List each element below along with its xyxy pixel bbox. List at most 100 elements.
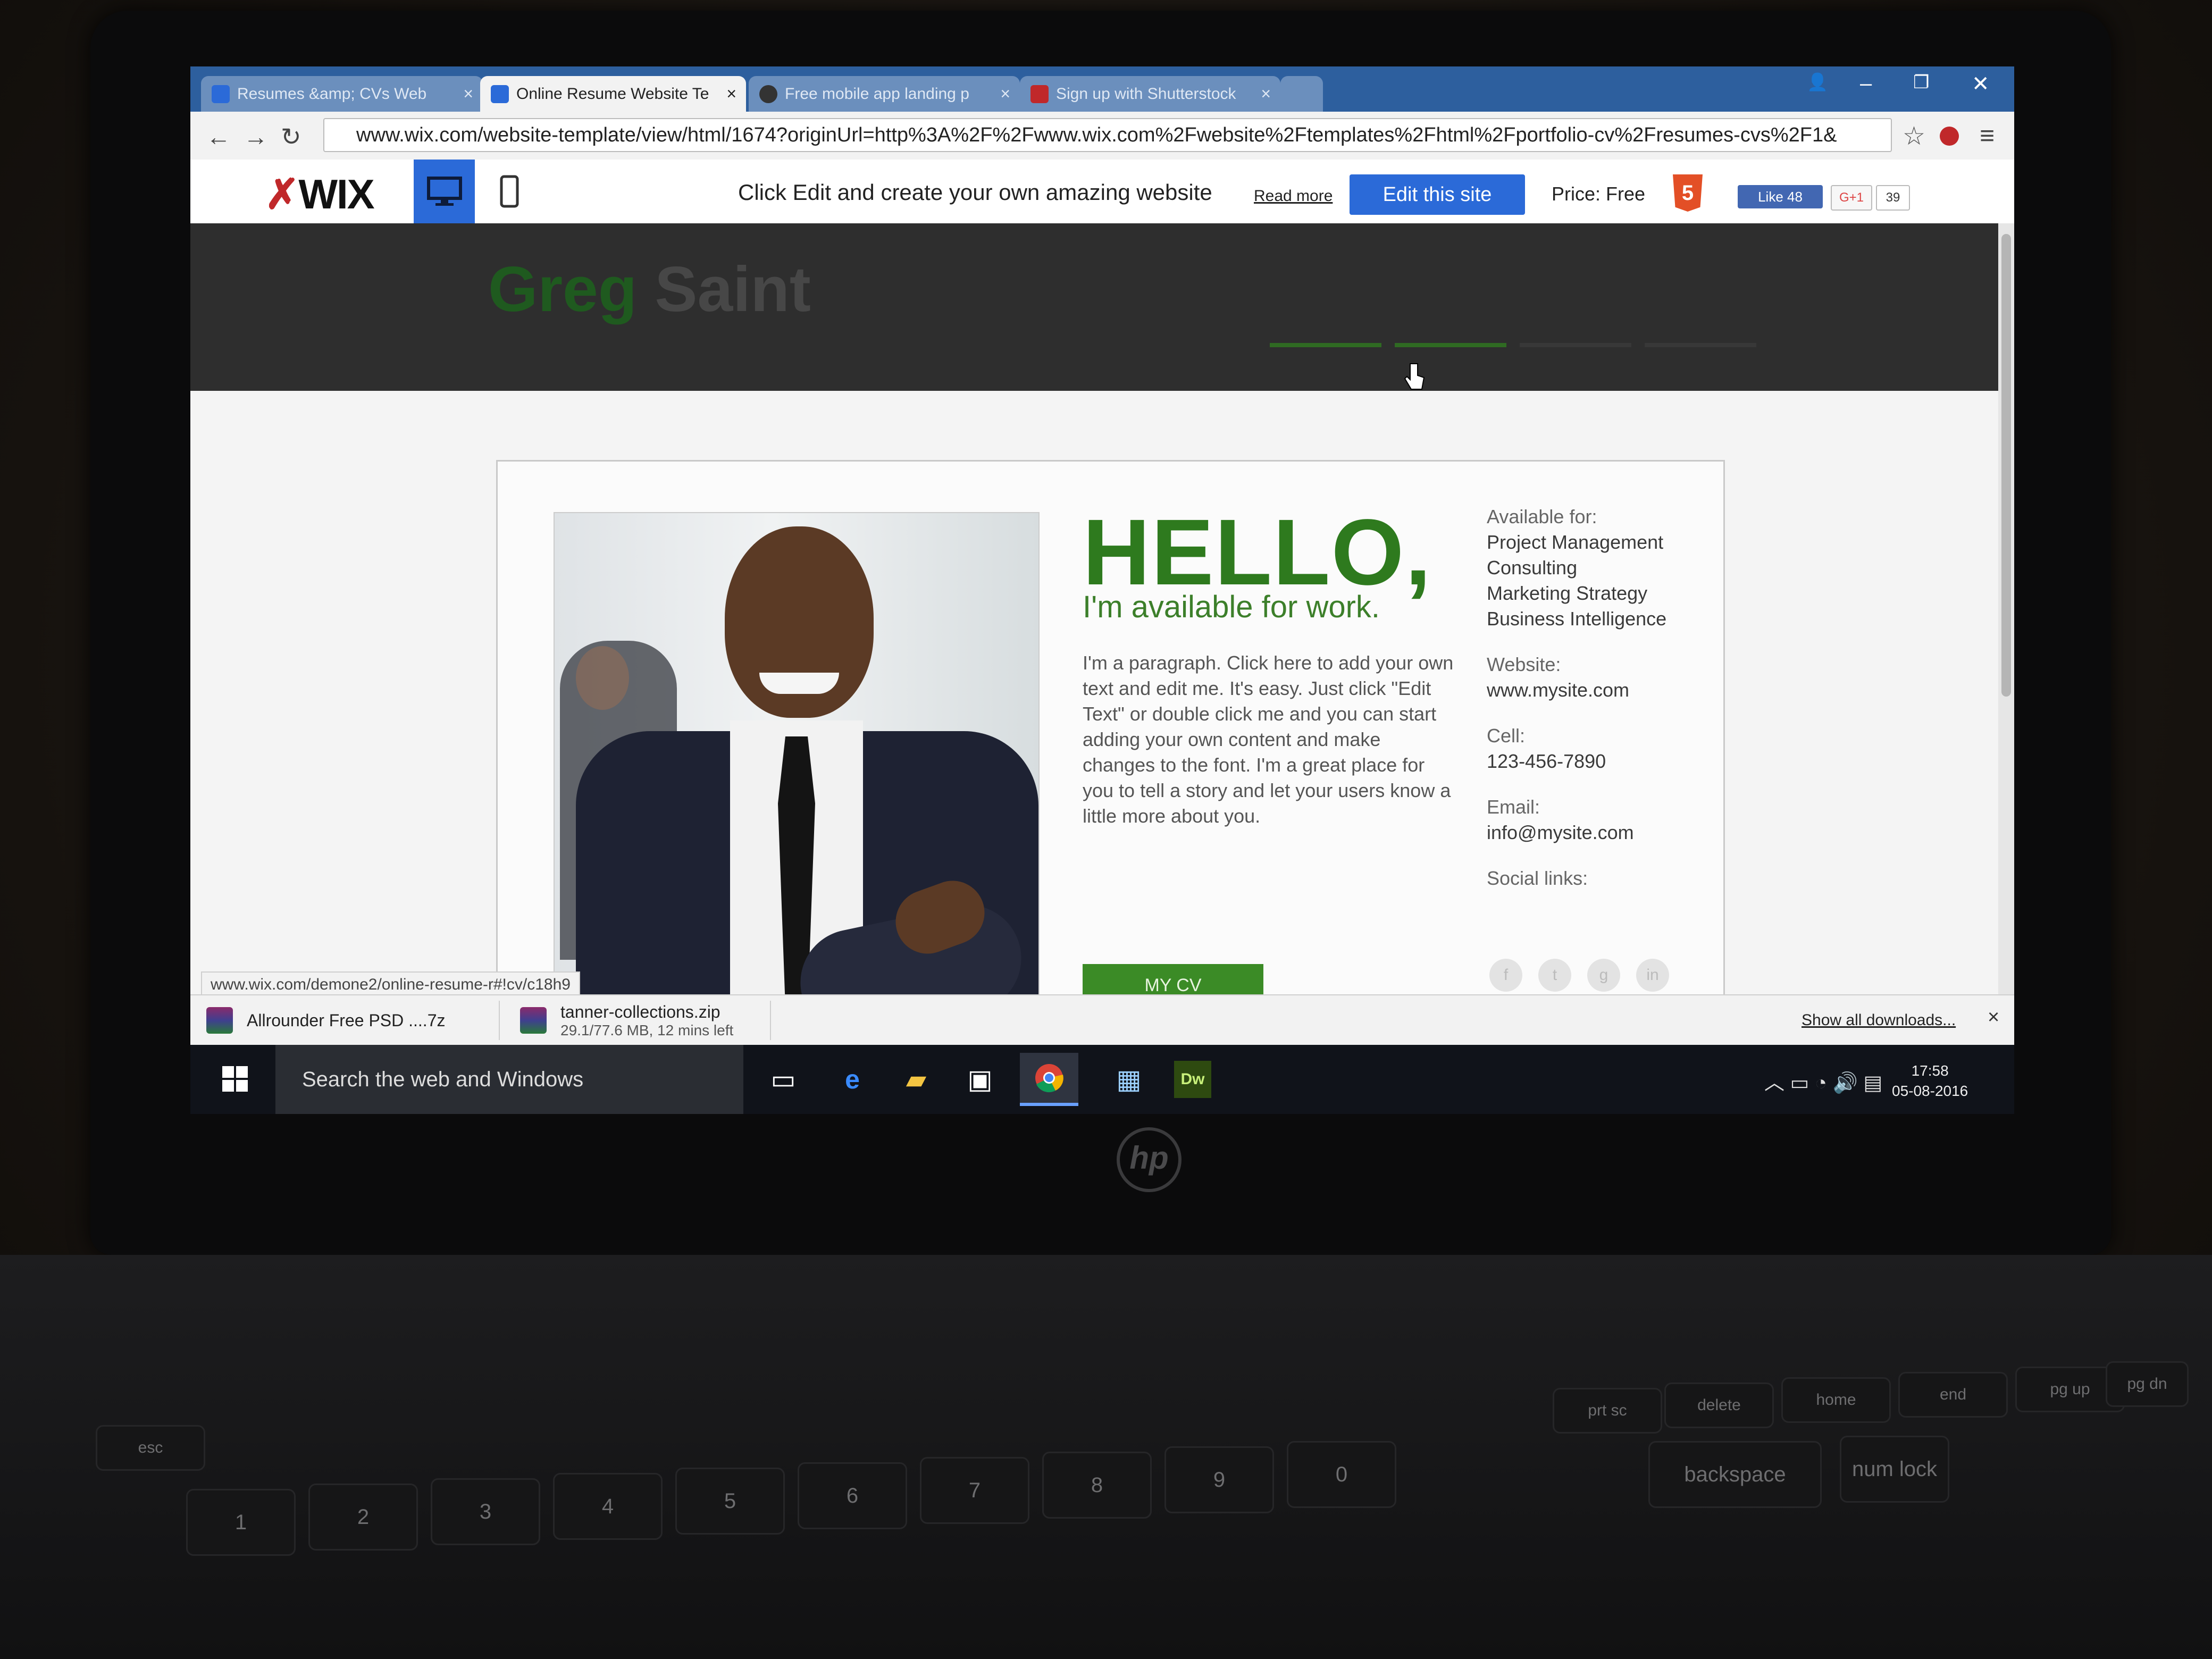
key-2[interactable]: 2 [308,1484,418,1551]
email-link[interactable]: info@mysite.com [1487,820,1710,845]
wix-favicon-icon [491,85,509,103]
key-0[interactable]: 0 [1287,1441,1396,1508]
menu-icon[interactable]: ≡ [1980,121,1995,150]
website-link[interactable]: www.mysite.com [1487,677,1710,703]
back-arrow-icon[interactable]: ← [206,122,231,151]
taskbar-clock[interactable]: 17:58 05-08-2016 [1892,1061,1968,1101]
linkedin-icon[interactable]: in [1636,959,1669,992]
close-icon[interactable]: × [463,84,473,104]
key-pg-dn[interactable]: pg dn [2106,1361,2189,1407]
file-explorer-icon[interactable]: ▰ [898,1061,935,1098]
website-label: Website: [1487,653,1561,675]
key-num-lock[interactable]: num lock [1840,1436,1949,1503]
close-icon[interactable]: × [1988,1006,1999,1029]
wix-preview-bar: ✗WIX Click Edit and create your own amaz… [190,160,2014,224]
key-end[interactable]: end [1898,1372,2008,1418]
url-input[interactable]: www.wix.com/website-template/view/html/1… [323,118,1892,152]
key-prt-sc[interactable]: prt sc [1553,1388,1662,1434]
minimize-icon[interactable]: – [1860,72,1872,96]
intro-paragraph: I'm a paragraph. Click here to add your … [1083,652,1454,827]
key-delete[interactable]: delete [1664,1382,1774,1428]
tab-online-resume[interactable]: Online Resume Website Te × [480,76,746,112]
download-filename: Allrounder Free PSD ....7z [247,1010,446,1030]
key-6[interactable]: 6 [798,1462,907,1529]
key-7[interactable]: 7 [920,1457,1029,1524]
facebook-like-button[interactable]: Like 48 [1738,185,1823,208]
facebook-icon[interactable]: f [1489,959,1522,992]
page-scrollbar[interactable] [1998,223,2014,1037]
mobile-icon [500,175,519,208]
clock-date: 05-08-2016 [1892,1083,1968,1099]
nav-underline [1520,343,1631,347]
chrome-icon[interactable] [1020,1053,1078,1106]
page-content: HELLO, I'm available for work. I'm a par… [190,391,1998,1099]
scroll-thumb[interactable] [2001,234,2011,697]
tab-label: Resumes &amp; CVs Web [237,85,427,103]
extension-icon[interactable] [1940,127,1959,146]
edge-icon[interactable]: e [834,1061,871,1098]
key-4[interactable]: 4 [553,1473,663,1540]
twitter-icon[interactable]: t [1538,959,1571,992]
show-all-downloads-link[interactable]: Show all downloads... [1802,1011,1956,1029]
contact-sidebar: Available for: Project Management Consul… [1487,504,1710,891]
google-plus-button[interactable]: G+1 [1831,185,1872,211]
key-9[interactable]: 9 [1164,1446,1274,1513]
tab-label: Online Resume Website Te [516,85,709,103]
task-view-icon[interactable]: ▭ [765,1061,802,1098]
reload-icon[interactable]: ↻ [281,122,301,151]
key-8[interactable]: 8 [1042,1452,1152,1519]
system-tray[interactable]: ︿ ▭ ◔ 🔊 ▤ [1764,1066,1882,1095]
edit-site-button[interactable]: Edit this site [1350,174,1525,215]
close-icon[interactable]: × [1000,84,1010,104]
key-1[interactable]: 1 [186,1489,296,1556]
user-icon[interactable]: 👤 [1807,72,1828,92]
close-window-icon[interactable]: ✕ [1972,72,1990,96]
bookmark-star-icon[interactable]: ☆ [1903,121,1925,151]
nav-underline [1395,343,1506,347]
archive-icon [206,1007,233,1034]
archive-icon [520,1007,547,1034]
available-subtitle: I'm available for work. [1083,590,1380,624]
close-icon[interactable]: × [1261,84,1271,104]
status-bar-url: www.wix.com/demone2/online-resume-r#!cv/… [201,971,580,998]
photos-icon[interactable]: ▦ [1110,1061,1147,1098]
tab-resumes[interactable]: Resumes &amp; CVs Web × [201,76,483,112]
read-more-link[interactable]: Read more [1254,187,1333,205]
nav-underline [1645,343,1756,347]
hp-logo: hp [1117,1127,1182,1192]
tab-mobile-app[interactable]: Free mobile app landing p × [749,76,1020,112]
website-block: Website: www.mysite.com [1487,652,1710,703]
tab-label: Sign up with Shutterstock [1056,85,1236,103]
key-esc[interactable]: esc [96,1425,205,1471]
cell-block: Cell: 123-456-7890 [1487,723,1710,774]
download-item[interactable]: Allrounder Free PSD ....7z [190,1001,500,1040]
price-label: Price: Free [1552,183,1646,205]
site-favicon-icon [759,85,777,103]
tab-shutterstock[interactable]: Sign up with Shutterstock × [1020,76,1280,112]
social-links-label: Social links: [1487,867,1588,889]
browser-address-bar: ← → ↻ www.wix.com/website-template/view/… [190,112,2014,161]
download-item[interactable]: tanner-collections.zip 29.1/77.6 MB, 12 … [504,1001,771,1040]
desktop-view-button[interactable] [414,160,475,223]
restore-icon[interactable]: ❐ [1913,72,1929,93]
new-tab-button[interactable] [1280,76,1323,112]
dreamweaver-icon[interactable]: Dw [1174,1061,1211,1098]
windows-start-icon[interactable] [222,1066,248,1092]
key-3[interactable]: 3 [431,1478,540,1545]
store-icon[interactable]: ▣ [961,1061,999,1098]
key-home[interactable]: home [1781,1377,1891,1423]
forward-arrow-icon[interactable]: → [244,122,268,151]
site-title: Greg Saint [488,254,811,325]
cell-value: 123-456-7890 [1487,750,1606,772]
key-5[interactable]: 5 [675,1468,785,1535]
chrome-logo-icon [1035,1064,1063,1093]
keyboard: esc delete home end pg up pg dn prt sc 1… [32,1361,2212,1659]
email-label: Email: [1487,796,1540,818]
google-plus-icon[interactable]: g [1587,959,1620,992]
wix-logo: ✗WIX [265,171,375,217]
close-icon[interactable]: × [726,84,736,104]
key-backspace[interactable]: backspace [1648,1441,1822,1508]
taskbar-search-input[interactable]: Search the web and Windows [275,1045,743,1114]
mobile-view-button[interactable] [483,160,536,223]
html5-icon: 5 [1673,174,1703,212]
